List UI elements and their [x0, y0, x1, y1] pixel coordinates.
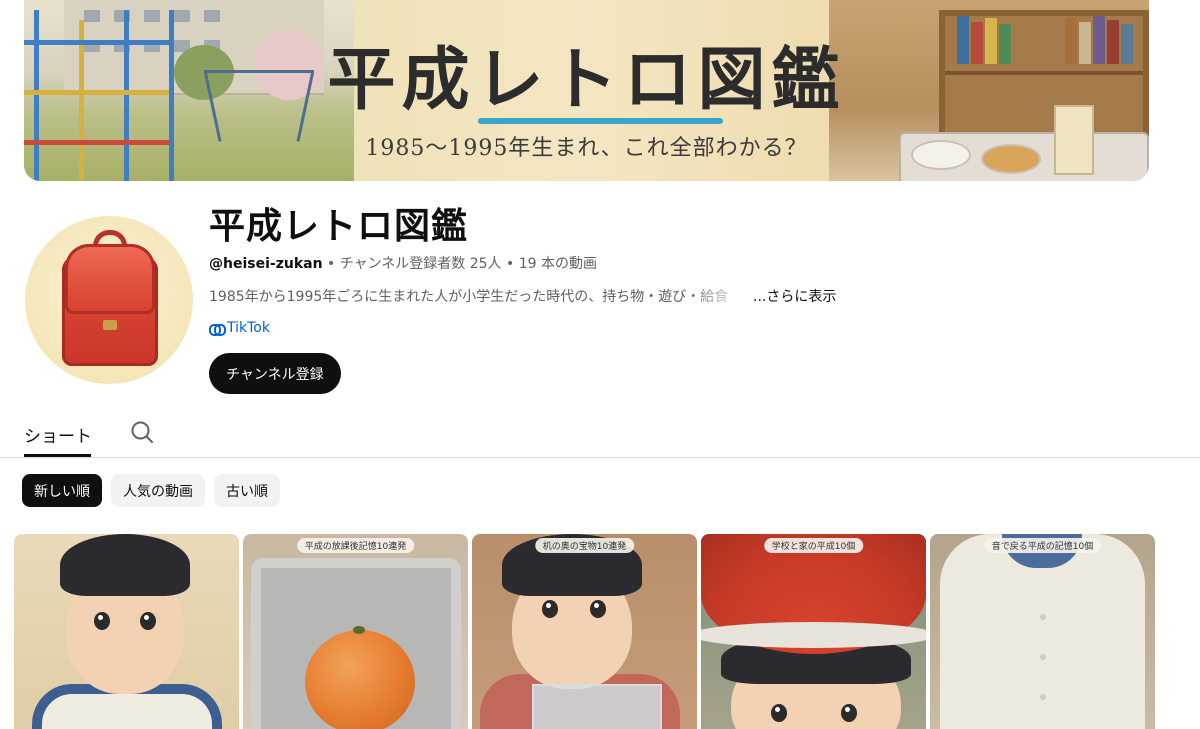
link-icon — [209, 323, 226, 336]
randoseru-flap — [65, 244, 155, 314]
banner-subtitle: 1985〜1995年生まれ、これ全部わかる？ — [365, 136, 808, 161]
short-thumbnail[interactable]: 平成の放課後記憶10連発 — [243, 534, 468, 729]
short-title-badge: 学校と家の平成10個 — [763, 538, 864, 553]
tiktok-link[interactable]: TikTok — [209, 320, 270, 336]
channel-meta: @heisei-zukan • チャンネル登録者数 25人 • 19 本の動画 — [209, 253, 597, 273]
chip-newest[interactable]: 新しい順 — [22, 474, 102, 507]
tab-active-indicator — [24, 454, 91, 457]
channel-name: 平成レトロ図鑑 — [209, 206, 469, 247]
banner-title: 平成レトロ図鑑 — [327, 41, 846, 120]
search-icon[interactable] — [130, 420, 154, 444]
short-thumbnail[interactable]: 机の奥の宝物10連発 — [472, 534, 697, 729]
randoseru-clasp — [103, 320, 117, 330]
short-title-badge: 机の奥の宝物10連発 — [534, 538, 635, 553]
boy-hair — [60, 534, 190, 596]
show-more-link[interactable]: ...さらに表示 — [753, 289, 836, 305]
channel-banner: 平成レトロ図鑑 1985〜1995年生まれ、これ全部わかる？ — [24, 0, 1149, 181]
tab-shorts[interactable]: ショート — [24, 422, 92, 447]
short-title-badge: 音で戻る平成の記憶10個 — [983, 538, 1102, 553]
short-thumbnail[interactable]: 音で戻る平成の記憶10個 — [930, 534, 1155, 729]
short-title-badge: 平成の放課後記憶10連発 — [296, 538, 415, 553]
chip-oldest[interactable]: 古い順 — [214, 474, 280, 507]
mikan-orange — [305, 626, 415, 729]
plastic-box — [532, 684, 662, 729]
chip-popular[interactable]: 人気の動画 — [111, 474, 205, 507]
cap-brim — [701, 622, 926, 648]
banner-accent-line — [478, 118, 723, 124]
channel-description[interactable]: 1985年から1995年ごろに生まれた人が小学生だった時代の、持ち物・遊び・給食… — [209, 286, 836, 306]
channel-avatar[interactable] — [25, 216, 193, 384]
description-text: 1985年から1995年ごろに生まれた人が小学生だった時代の、持ち物・遊び・給食 — [209, 289, 729, 305]
short-thumbnail[interactable] — [14, 534, 239, 729]
tiktok-link-label: TikTok — [227, 320, 270, 336]
shorts-grid: 平成の放課後記憶10連発 机の奥の宝物10連発 学校と家の平成10個 音で戻る平… — [14, 534, 1155, 729]
channel-stats: • チャンネル登録者数 25人 • 19 本の動画 — [322, 256, 597, 272]
short-thumbnail[interactable]: 学校と家の平成10個 — [701, 534, 926, 729]
subscribe-button[interactable]: チャンネル登録 — [209, 353, 341, 394]
channel-tabs: ショート — [0, 400, 1200, 458]
sort-chips: 新しい順 人気の動画 古い順 — [22, 474, 280, 507]
channel-handle: @heisei-zukan — [209, 256, 323, 272]
